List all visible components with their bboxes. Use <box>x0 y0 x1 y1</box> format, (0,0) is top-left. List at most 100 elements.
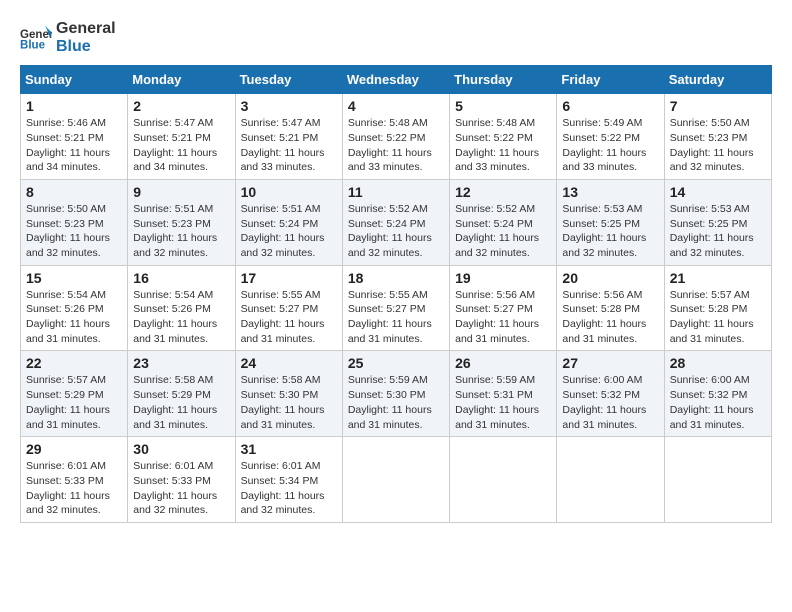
calendar-cell: 3 Sunrise: 5:47 AM Sunset: 5:21 PM Dayli… <box>235 94 342 180</box>
day-number: 6 <box>562 98 658 114</box>
logo-general: General <box>56 20 116 37</box>
day-info: Sunrise: 5:52 AM Sunset: 5:24 PM Dayligh… <box>348 202 444 261</box>
day-info: Sunrise: 5:54 AM Sunset: 5:26 PM Dayligh… <box>133 288 229 347</box>
day-info: Sunrise: 5:55 AM Sunset: 5:27 PM Dayligh… <box>241 288 337 347</box>
day-number: 13 <box>562 184 658 200</box>
day-number: 15 <box>26 270 122 286</box>
day-info: Sunrise: 5:51 AM Sunset: 5:24 PM Dayligh… <box>241 202 337 261</box>
day-number: 1 <box>26 98 122 114</box>
weekday-header-row: SundayMondayTuesdayWednesdayThursdayFrid… <box>21 66 772 94</box>
calendar-cell: 8 Sunrise: 5:50 AM Sunset: 5:23 PM Dayli… <box>21 179 128 265</box>
day-number: 28 <box>670 355 766 371</box>
svg-text:Blue: Blue <box>20 39 46 51</box>
calendar-week-4: 22 Sunrise: 5:57 AM Sunset: 5:29 PM Dayl… <box>21 351 772 437</box>
calendar-cell: 26 Sunrise: 5:59 AM Sunset: 5:31 PM Dayl… <box>450 351 557 437</box>
weekday-sunday: Sunday <box>21 66 128 94</box>
calendar-cell: 9 Sunrise: 5:51 AM Sunset: 5:23 PM Dayli… <box>128 179 235 265</box>
day-number: 8 <box>26 184 122 200</box>
day-number: 2 <box>133 98 229 114</box>
day-info: Sunrise: 5:59 AM Sunset: 5:31 PM Dayligh… <box>455 373 551 432</box>
weekday-friday: Friday <box>557 66 664 94</box>
calendar-body: 1 Sunrise: 5:46 AM Sunset: 5:21 PM Dayli… <box>21 94 772 523</box>
calendar-cell: 4 Sunrise: 5:48 AM Sunset: 5:22 PM Dayli… <box>342 94 449 180</box>
day-number: 22 <box>26 355 122 371</box>
day-number: 26 <box>455 355 551 371</box>
day-number: 23 <box>133 355 229 371</box>
calendar-week-2: 8 Sunrise: 5:50 AM Sunset: 5:23 PM Dayli… <box>21 179 772 265</box>
day-info: Sunrise: 5:58 AM Sunset: 5:30 PM Dayligh… <box>241 373 337 432</box>
day-info: Sunrise: 5:47 AM Sunset: 5:21 PM Dayligh… <box>133 116 229 175</box>
weekday-saturday: Saturday <box>664 66 771 94</box>
day-info: Sunrise: 5:46 AM Sunset: 5:21 PM Dayligh… <box>26 116 122 175</box>
page-header: General Blue General Blue <box>20 20 772 55</box>
day-info: Sunrise: 5:58 AM Sunset: 5:29 PM Dayligh… <box>133 373 229 432</box>
calendar-cell: 19 Sunrise: 5:56 AM Sunset: 5:27 PM Dayl… <box>450 265 557 351</box>
day-number: 9 <box>133 184 229 200</box>
calendar-cell: 7 Sunrise: 5:50 AM Sunset: 5:23 PM Dayli… <box>664 94 771 180</box>
day-number: 14 <box>670 184 766 200</box>
day-number: 31 <box>241 441 337 457</box>
calendar-cell: 21 Sunrise: 5:57 AM Sunset: 5:28 PM Dayl… <box>664 265 771 351</box>
day-number: 16 <box>133 270 229 286</box>
day-number: 30 <box>133 441 229 457</box>
calendar-cell: 5 Sunrise: 5:48 AM Sunset: 5:22 PM Dayli… <box>450 94 557 180</box>
day-info: Sunrise: 5:57 AM Sunset: 5:29 PM Dayligh… <box>26 373 122 432</box>
day-info: Sunrise: 6:01 AM Sunset: 5:33 PM Dayligh… <box>26 459 122 518</box>
day-number: 5 <box>455 98 551 114</box>
day-info: Sunrise: 5:50 AM Sunset: 5:23 PM Dayligh… <box>670 116 766 175</box>
day-info: Sunrise: 6:01 AM Sunset: 5:33 PM Dayligh… <box>133 459 229 518</box>
calendar-cell: 23 Sunrise: 5:58 AM Sunset: 5:29 PM Dayl… <box>128 351 235 437</box>
logo-blue: Blue <box>56 38 91 55</box>
calendar-cell: 22 Sunrise: 5:57 AM Sunset: 5:29 PM Dayl… <box>21 351 128 437</box>
calendar-cell: 29 Sunrise: 6:01 AM Sunset: 5:33 PM Dayl… <box>21 437 128 523</box>
calendar-week-1: 1 Sunrise: 5:46 AM Sunset: 5:21 PM Dayli… <box>21 94 772 180</box>
day-number: 19 <box>455 270 551 286</box>
day-info: Sunrise: 5:53 AM Sunset: 5:25 PM Dayligh… <box>670 202 766 261</box>
day-number: 25 <box>348 355 444 371</box>
day-info: Sunrise: 5:48 AM Sunset: 5:22 PM Dayligh… <box>348 116 444 175</box>
calendar-cell: 10 Sunrise: 5:51 AM Sunset: 5:24 PM Dayl… <box>235 179 342 265</box>
calendar-cell: 30 Sunrise: 6:01 AM Sunset: 5:33 PM Dayl… <box>128 437 235 523</box>
day-info: Sunrise: 5:52 AM Sunset: 5:24 PM Dayligh… <box>455 202 551 261</box>
calendar-cell: 15 Sunrise: 5:54 AM Sunset: 5:26 PM Dayl… <box>21 265 128 351</box>
day-number: 10 <box>241 184 337 200</box>
day-number: 29 <box>26 441 122 457</box>
calendar-cell <box>557 437 664 523</box>
calendar-cell: 24 Sunrise: 5:58 AM Sunset: 5:30 PM Dayl… <box>235 351 342 437</box>
weekday-thursday: Thursday <box>450 66 557 94</box>
calendar-cell: 27 Sunrise: 6:00 AM Sunset: 5:32 PM Dayl… <box>557 351 664 437</box>
calendar-cell: 20 Sunrise: 5:56 AM Sunset: 5:28 PM Dayl… <box>557 265 664 351</box>
calendar-cell: 31 Sunrise: 6:01 AM Sunset: 5:34 PM Dayl… <box>235 437 342 523</box>
calendar-week-3: 15 Sunrise: 5:54 AM Sunset: 5:26 PM Dayl… <box>21 265 772 351</box>
day-info: Sunrise: 5:55 AM Sunset: 5:27 PM Dayligh… <box>348 288 444 347</box>
day-number: 17 <box>241 270 337 286</box>
calendar-cell: 28 Sunrise: 6:00 AM Sunset: 5:32 PM Dayl… <box>664 351 771 437</box>
day-number: 7 <box>670 98 766 114</box>
day-number: 24 <box>241 355 337 371</box>
day-number: 21 <box>670 270 766 286</box>
weekday-monday: Monday <box>128 66 235 94</box>
day-info: Sunrise: 5:47 AM Sunset: 5:21 PM Dayligh… <box>241 116 337 175</box>
calendar-cell: 14 Sunrise: 5:53 AM Sunset: 5:25 PM Dayl… <box>664 179 771 265</box>
day-number: 3 <box>241 98 337 114</box>
day-info: Sunrise: 5:57 AM Sunset: 5:28 PM Dayligh… <box>670 288 766 347</box>
day-info: Sunrise: 6:00 AM Sunset: 5:32 PM Dayligh… <box>562 373 658 432</box>
calendar-cell: 13 Sunrise: 5:53 AM Sunset: 5:25 PM Dayl… <box>557 179 664 265</box>
calendar-cell <box>450 437 557 523</box>
calendar-week-5: 29 Sunrise: 6:01 AM Sunset: 5:33 PM Dayl… <box>21 437 772 523</box>
calendar-table: SundayMondayTuesdayWednesdayThursdayFrid… <box>20 65 772 523</box>
day-number: 18 <box>348 270 444 286</box>
day-info: Sunrise: 5:50 AM Sunset: 5:23 PM Dayligh… <box>26 202 122 261</box>
day-info: Sunrise: 6:01 AM Sunset: 5:34 PM Dayligh… <box>241 459 337 518</box>
day-info: Sunrise: 5:49 AM Sunset: 5:22 PM Dayligh… <box>562 116 658 175</box>
day-info: Sunrise: 5:56 AM Sunset: 5:27 PM Dayligh… <box>455 288 551 347</box>
day-info: Sunrise: 5:56 AM Sunset: 5:28 PM Dayligh… <box>562 288 658 347</box>
calendar-cell: 17 Sunrise: 5:55 AM Sunset: 5:27 PM Dayl… <box>235 265 342 351</box>
day-number: 4 <box>348 98 444 114</box>
calendar-cell: 25 Sunrise: 5:59 AM Sunset: 5:30 PM Dayl… <box>342 351 449 437</box>
day-info: Sunrise: 5:48 AM Sunset: 5:22 PM Dayligh… <box>455 116 551 175</box>
calendar-cell: 16 Sunrise: 5:54 AM Sunset: 5:26 PM Dayl… <box>128 265 235 351</box>
logo: General Blue General Blue <box>20 20 116 55</box>
calendar-cell: 2 Sunrise: 5:47 AM Sunset: 5:21 PM Dayli… <box>128 94 235 180</box>
calendar-cell: 12 Sunrise: 5:52 AM Sunset: 5:24 PM Dayl… <box>450 179 557 265</box>
